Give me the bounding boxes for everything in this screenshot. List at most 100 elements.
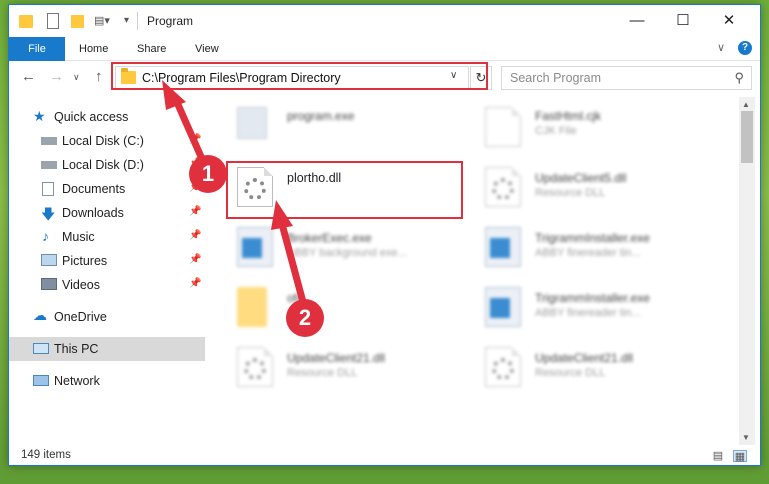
file-type: Resource DLL [287,367,358,379]
sidebar-item-onedrive[interactable]: ☁ OneDrive [9,305,205,329]
file-name: UpdateClient21.dll [287,351,386,365]
sidebar-item-pictures[interactable]: Pictures 📌 [9,249,205,273]
address-bar-highlight [111,62,488,90]
list-item[interactable]: ofc [229,279,449,335]
file-type: ABBY background exe... [287,247,407,259]
step-badge-1: 1 [189,155,227,193]
file-list: program.exe FastHtml.cjk CJK File plorth… [217,97,737,445]
file-name: FastHtml.cjk [535,109,601,123]
forward-arrow-icon[interactable]: → [49,68,64,85]
tab-home[interactable]: Home [79,37,108,61]
list-item[interactable]: UpdateClient5.dll Resource DLL [477,159,697,215]
tab-file[interactable]: File [9,37,65,61]
pin-icon: 📌 [189,206,202,217]
window-title: Program [147,14,194,28]
tab-share[interactable]: Share [137,37,166,61]
new-folder-icon[interactable] [71,15,84,28]
app-file-icon [237,227,273,267]
list-item[interactable]: TrigrammInstaller.exe ABBY finereader ti… [477,279,697,335]
minimize-button[interactable]: — [614,5,660,37]
sidebar-item-label: Music [62,230,95,244]
file-type: Resource DLL [535,367,606,379]
file-highlight [226,161,463,219]
search-icon[interactable]: ⚲ [734,70,744,86]
list-item[interactable]: BrokerExec.exe ABBY background exe... [229,219,449,275]
drive-icon [41,161,57,169]
file-name: BrokerExec.exe [287,231,372,245]
sidebar-item-label: Videos [62,278,100,292]
scroll-down-icon[interactable]: ▼ [742,433,750,442]
expand-ribbon-icon[interactable]: ∨ [717,41,725,54]
sidebar-item-label: Documents [62,182,126,196]
list-item[interactable]: UpdateClient21.dll Resource DLL [477,339,697,395]
list-item[interactable]: TrigrammInstaller.exe ABBY finereader ti… [477,219,697,275]
gear-icon [492,358,514,380]
customize-toolbar-icon[interactable]: ▤▾ [94,13,122,29]
sidebar-item-label: Downloads [62,206,124,220]
recent-dropdown-icon[interactable]: ∨ [73,72,80,83]
properties-icon[interactable] [47,13,59,29]
step-badge-2: 2 [286,299,324,337]
scroll-up-icon[interactable]: ▲ [742,100,750,109]
app-file-icon [485,287,521,327]
drive-icon [41,137,57,145]
sidebar-item-network[interactable]: Network [9,369,205,393]
search-placeholder[interactable]: Search Program [510,71,601,85]
sidebar-item-label: This PC [54,342,99,356]
file-type: ABBY finereader tin... [535,307,641,319]
sidebar-item-label: Network [54,374,100,388]
dll-file-icon [485,167,521,207]
search-box[interactable]: Search Program ⚲ [501,66,752,90]
sidebar-item-local-disk-d[interactable]: Local Disk (D:) 📌 [9,153,205,177]
back-arrow-icon[interactable]: ← [21,68,36,85]
sidebar-item-documents[interactable]: Documents 📌 [9,177,205,201]
title-bar: ▤▾ ▾ Program — ☐ ✕ [9,5,760,37]
file-name: program.exe [287,109,355,123]
list-item[interactable]: UpdateClient21.dll Resource DLL [229,339,449,395]
sidebar-item-videos[interactable]: Videos 📌 [9,273,205,297]
dll-file-icon [485,347,521,387]
exe-file-icon [237,107,267,139]
up-arrow-icon[interactable]: ↑ [95,68,103,85]
title-separator [137,12,138,30]
file-type: CJK File [535,125,577,137]
document-file-icon [485,107,521,147]
help-icon[interactable]: ? [738,41,752,55]
scrollbar-thumb[interactable] [741,111,753,163]
star-icon: ★ [33,108,46,124]
close-button[interactable]: ✕ [706,5,752,37]
file-name: UpdateClient21.dll [535,351,634,365]
music-icon: ♪ [42,228,49,244]
maximize-button[interactable]: ☐ [660,5,706,37]
network-icon [33,375,49,386]
sidebar-item-label: Pictures [62,254,108,268]
list-item[interactable]: program.exe [229,99,449,155]
download-icon: 🡇 [41,206,56,222]
status-bar: 149 items ▤ ▦ [9,445,760,467]
tab-view[interactable]: View [195,37,219,61]
pin-icon: 📌 [189,278,202,289]
toolbar-dropdown-icon[interactable]: ▾ [124,13,134,29]
sidebar-item-label: Local Disk (C:) [62,134,144,148]
details-view-icon[interactable]: ▤ [711,450,725,462]
pictures-icon [41,254,57,266]
file-name: TrigrammInstaller.exe [535,231,650,245]
sidebar-item-this-pc[interactable]: This PC [9,337,205,361]
sidebar-item-quick-access[interactable]: ★ Quick access [9,105,205,129]
file-type: ABBY finereader tin... [535,247,641,259]
ribbon-tabs: File Home Share View ∨ ? [9,37,760,61]
sidebar-item-downloads[interactable]: 🡇 Downloads 📌 [9,201,205,225]
sidebar-item-music[interactable]: ♪ Music 📌 [9,225,205,249]
sidebar-item-local-disk-c[interactable]: Local Disk (C:) 📌 [9,129,205,153]
vertical-scrollbar[interactable]: ▲ ▼ [739,97,755,445]
gear-icon [244,358,266,380]
file-name: TrigrammInstaller.exe [535,291,650,305]
sidebar-item-label: OneDrive [54,310,107,324]
folder-icon [237,287,267,327]
folder-icon [19,15,33,28]
computer-icon [33,343,49,354]
navigation-pane: ★ Quick access Local Disk (C:) 📌 Local D… [9,97,205,445]
large-icons-view-icon[interactable]: ▦ [733,450,747,463]
list-item[interactable]: FastHtml.cjk CJK File [477,99,697,155]
app-file-icon [485,227,521,267]
